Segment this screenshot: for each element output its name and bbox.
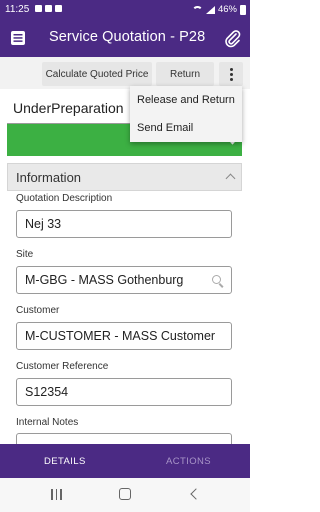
navigator-menu-icon[interactable] xyxy=(10,30,26,46)
system-navigation-bar xyxy=(0,478,250,512)
battery-icon xyxy=(240,4,246,15)
notification-icon xyxy=(55,5,62,12)
return-button[interactable]: Return xyxy=(156,62,214,86)
paperclip-icon[interactable] xyxy=(222,28,242,48)
clock: 11:25 xyxy=(5,4,30,15)
app-bar: Service Quotation - P28 xyxy=(0,19,250,57)
customer-field[interactable]: M-CUSTOMER - MASS Customer xyxy=(16,322,232,350)
command-toolbar: Calculate Quoted Price Return xyxy=(0,57,250,89)
information-section-header[interactable]: Information xyxy=(7,163,242,191)
more-options-menu: Release and Return Send Email xyxy=(130,86,242,142)
quotation-description-field[interactable]: Nej 33 xyxy=(16,210,232,238)
recents-bar xyxy=(60,489,62,500)
customer-label: Customer xyxy=(16,305,60,316)
site-value: M-GBG - MASS Gothenburg xyxy=(25,273,184,287)
state-label: UnderPreparation xyxy=(7,92,132,124)
menu-item-release-and-return[interactable]: Release and Return xyxy=(130,86,242,114)
customer-reference-label: Customer Reference xyxy=(16,361,109,372)
tab-actions[interactable]: ACTIONS xyxy=(166,456,211,467)
chevron-up-icon xyxy=(225,173,236,184)
menu-item-send-email[interactable]: Send Email xyxy=(130,114,242,142)
recents-bar xyxy=(55,489,57,500)
kebab-dot-icon xyxy=(229,72,233,76)
tab-details[interactable]: DETAILS xyxy=(44,456,86,467)
status-bar: 11:25 46% xyxy=(0,0,250,19)
back-icon[interactable] xyxy=(190,488,202,500)
more-options-button[interactable] xyxy=(219,62,243,86)
home-icon[interactable] xyxy=(119,488,131,500)
customer-reference-field[interactable]: S12354 xyxy=(16,378,232,406)
notification-icon xyxy=(45,5,52,12)
internal-notes-label: Internal Notes xyxy=(16,417,79,428)
notification-icon xyxy=(35,5,42,12)
notification-icons xyxy=(35,5,62,12)
bottom-navigation: DETAILS ACTIONS xyxy=(0,444,250,478)
calculate-quoted-price-button[interactable]: Calculate Quoted Price xyxy=(42,62,152,86)
quotation-description-label: Quotation Description xyxy=(16,193,113,204)
kebab-dot-icon xyxy=(229,67,233,71)
kebab-dot-icon xyxy=(229,77,233,81)
recents-icon[interactable] xyxy=(51,489,63,500)
recents-bar xyxy=(51,489,53,500)
site-label: Site xyxy=(16,249,34,260)
system-indicators: 46% xyxy=(191,4,246,15)
site-field[interactable]: M-GBG - MASS Gothenburg xyxy=(16,266,232,294)
signal-icon xyxy=(205,5,215,14)
search-icon[interactable] xyxy=(212,275,221,284)
wifi-icon xyxy=(191,5,203,14)
page-title: Service Quotation - P28 xyxy=(49,29,206,45)
section-title: Information xyxy=(16,170,82,185)
battery-percent: 46% xyxy=(217,4,237,15)
